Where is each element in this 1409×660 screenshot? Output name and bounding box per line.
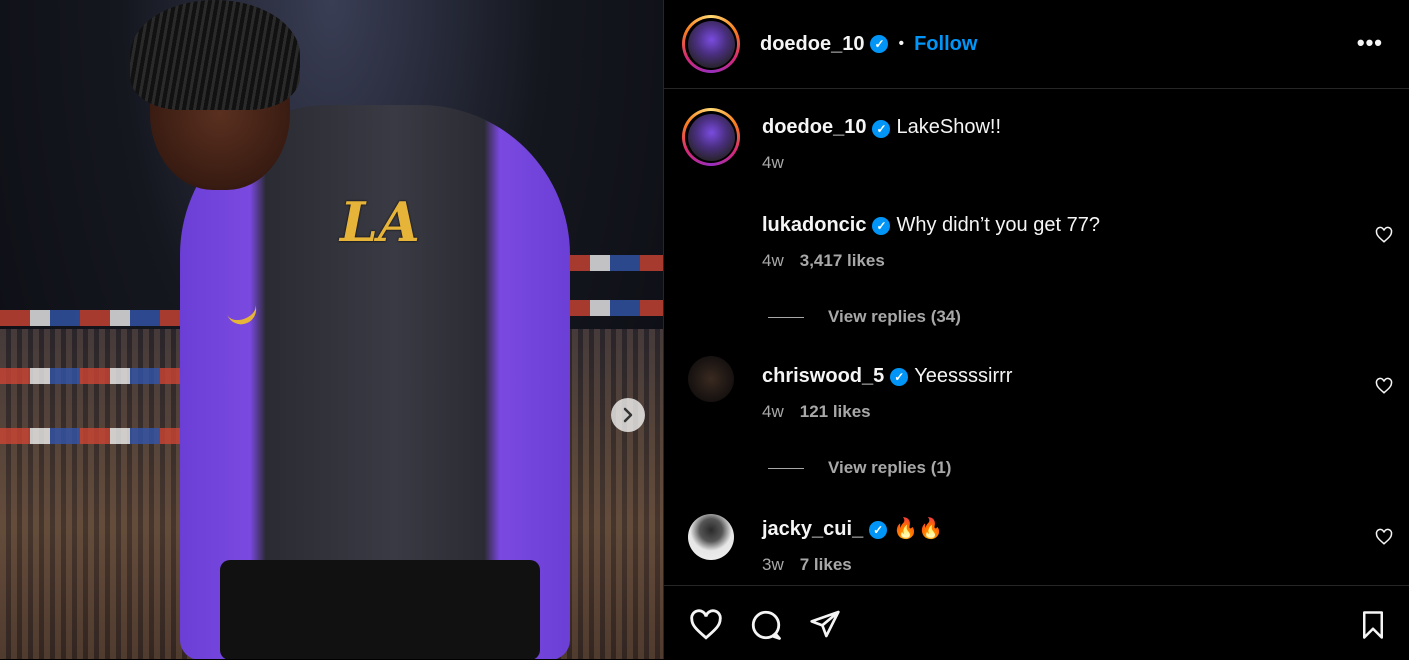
comment-username[interactable]: lukadoncic [762,214,866,236]
comment-username[interactable]: chriswood_5 [762,365,884,387]
verified-badge-icon: ✓ [872,216,891,235]
separator-dot: • [898,35,905,52]
verified-badge-icon: ✓ [890,367,909,386]
view-replies-label: View replies (1) [828,458,952,477]
post-header: doedoe_10 ✓ • Follow ••• [664,0,1409,89]
heart-icon[interactable] [1375,377,1393,395]
flag-banner [0,428,190,444]
share-button[interactable] [808,608,842,640]
more-options-icon[interactable]: ••• [1357,30,1383,56]
author-avatar[interactable] [682,15,740,73]
comment-text: Why didn’t you get 77? [896,214,1100,236]
lakers-logo: LA [340,190,420,254]
comment-username[interactable]: jacky_cui_ [762,518,863,540]
post-modal: LA doedoe_10 ✓ • Follow ••• doedoe_10 ✓ … [0,0,1409,659]
comment-item: lukadoncic ✓ Why didn’t you get 77? 4w 3,41… [762,214,1100,271]
view-replies-label: View replies (34) [828,307,961,326]
view-replies-button[interactable]: View replies (1) [768,458,951,478]
comment-text: 🔥🔥 [893,518,944,540]
caption-text: LakeShow!! [896,116,1001,138]
comment-likes[interactable]: 3,417 likes [800,251,885,270]
flag-banner [0,368,180,384]
chevron-right-icon [623,407,633,423]
comment-likes[interactable]: 121 likes [800,402,871,421]
replies-divider [768,316,804,318]
comment-item: jacky_cui_ ✓ 🔥🔥 3w 7 likes [762,516,943,575]
comment-text: Yeessssirrr [914,365,1013,387]
player-pants [220,560,540,659]
post-photo[interactable]: LA [0,0,663,659]
commenter-avatar[interactable] [688,356,734,402]
caption-time[interactable]: 4w [762,153,1001,173]
flag-banner [560,255,663,271]
comments-list[interactable]: doedoe_10 ✓ LakeShow!! 4w lukadoncic ✓ Why d… [664,90,1409,585]
comment-time[interactable]: 4w [762,251,784,270]
next-photo-button[interactable] [611,398,645,432]
save-button[interactable] [1358,608,1388,642]
comment-button[interactable] [748,608,784,642]
verified-badge-icon: ✓ [869,520,888,539]
follow-button[interactable]: Follow [914,33,977,56]
avatar-image [687,20,735,68]
view-replies-button[interactable]: View replies (34) [768,307,961,327]
flag-banner [560,300,663,316]
comment-time[interactable]: 3w [762,555,784,574]
avatar-image [687,113,735,161]
caption-username[interactable]: doedoe_10 [762,116,866,138]
commenter-avatar[interactable] [688,514,734,560]
caption-avatar[interactable] [682,108,740,166]
comment-item: chriswood_5 ✓ Yeessssirrr 4w 121 likes [762,365,1012,422]
post-caption: doedoe_10 ✓ LakeShow!! 4w [682,108,1001,173]
like-button[interactable] [688,608,724,642]
verified-badge-icon: ✓ [872,119,891,138]
author-username[interactable]: doedoe_10 [760,33,864,56]
action-bar [664,585,1409,660]
comment-likes[interactable]: 7 likes [800,555,852,574]
flag-banner [0,310,180,326]
replies-divider [768,467,804,469]
player-hair [130,0,300,110]
comment-time[interactable]: 4w [762,402,784,421]
heart-icon[interactable] [1375,226,1393,244]
post-details-panel: doedoe_10 ✓ • Follow ••• doedoe_10 ✓ LakeS… [663,0,1409,659]
heart-icon[interactable] [1375,528,1393,546]
verified-badge-icon: ✓ [870,35,889,53]
